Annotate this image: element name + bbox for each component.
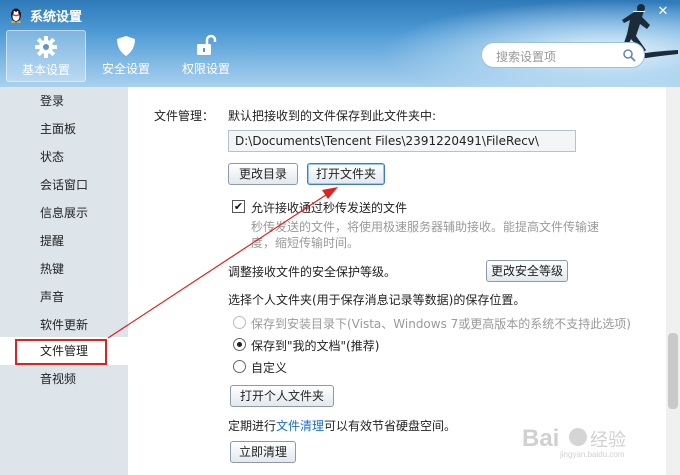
tab-permission-settings[interactable]: 权限设置 <box>166 30 246 82</box>
sidebar-item-software-update[interactable]: 软件更新 <box>0 311 128 339</box>
change-directory-button[interactable]: 更改目录 <box>228 163 298 185</box>
settings-sidebar: 登录 主面板 状态 会话窗口 信息展示 提醒 热键 声音 软件更新 文件管理 音… <box>0 87 128 475</box>
cleanup-text-pre: 定期进行 <box>228 419 277 433</box>
open-folder-button[interactable]: 打开文件夹 <box>307 163 385 185</box>
sidebar-item-login[interactable]: 登录 <box>0 87 128 115</box>
custom-location-label: 自定义 <box>251 361 288 375</box>
receive-folder-path-field[interactable]: D:\Documents\Tencent Files\2391220491\Fi… <box>228 130 576 152</box>
gear-icon <box>35 36 57 58</box>
save-to-install-dir-radio[interactable] <box>233 316 246 329</box>
sidebar-item-status[interactable]: 状态 <box>0 143 128 171</box>
svg-text:Bai: Bai <box>522 425 559 452</box>
svg-text:jingyan.baidu.com: jingyan.baidu.com <box>559 450 625 459</box>
tab-basic-settings[interactable]: 基本设置 <box>6 30 86 82</box>
minimize-button[interactable]: — <box>628 3 650 21</box>
file-cleanup-link[interactable]: 文件清理 <box>276 419 324 433</box>
default-folder-desc: 默认把接收到的文件保存到此文件夹中: <box>228 109 437 123</box>
sidebar-item-chat-window[interactable]: 会话窗口 <box>0 171 128 199</box>
cleanup-text: 定期进行文件清理可以有效节省硬盘空间。 <box>228 417 456 434</box>
file-management-panel: 文件管理： 默认把接收到的文件保存到此文件夹中: D:\Documents\Te… <box>128 87 666 475</box>
lock-icon <box>197 34 217 55</box>
sidebar-item-file-management[interactable]: 文件管理 <box>0 337 128 365</box>
sidebar-item-audio-video[interactable]: 音视频 <box>0 365 128 393</box>
search-placeholder: 搜索设置项 <box>496 50 557 64</box>
tab-security-settings[interactable]: 安全设置 <box>86 30 166 82</box>
baidu-watermark: Bai 经验 jingyan.baidu.com <box>522 425 626 459</box>
shield-icon <box>117 36 135 56</box>
vertical-scrollbar[interactable] <box>666 87 680 475</box>
clean-now-button[interactable]: 立即清理 <box>230 441 296 463</box>
scrollbar-thumb[interactable] <box>668 333 678 409</box>
tab-label: 安全设置 <box>101 62 150 76</box>
save-to-install-dir-label: 保存到安装目录下(Vista、Windows 7或更高版本的系统不支持此选项) <box>251 317 631 331</box>
instant-transfer-note-line2: 度，缩短传输时间。 <box>251 236 360 250</box>
title-bar: 系统设置 — ✕ 基本设置 安全设置 权限设置 搜索设置项 <box>0 0 680 87</box>
section-label: 文件管理： <box>154 109 215 123</box>
save-to-my-documents-radio[interactable] <box>233 338 246 351</box>
allow-instant-transfer-checkbox[interactable]: ✔ <box>232 200 245 213</box>
personal-folder-title: 选择个人文件夹(用于保存消息记录等数据)的保存位置。 <box>228 293 526 307</box>
window-title: 系统设置 <box>30 10 83 25</box>
svg-text:经验: 经验 <box>590 430 626 450</box>
sidebar-item-reminder[interactable]: 提醒 <box>0 227 128 255</box>
custom-location-radio[interactable] <box>233 360 246 373</box>
radio-selected-dot <box>237 342 242 347</box>
save-to-my-documents-label: 保存到"我的文档"(推荐) <box>251 339 380 353</box>
cleanup-text-post: 可以有效节省硬盘空间。 <box>324 419 457 433</box>
qq-penguin-icon <box>11 8 21 23</box>
highlight-box <box>15 339 107 365</box>
tab-label: 基本设置 <box>21 63 70 77</box>
security-level-text: 调整接收文件的安全保护等级。 <box>228 265 397 279</box>
search-box[interactable]: 搜索设置项 <box>481 42 645 68</box>
instant-transfer-note-line1: 秒传发送的文件，将使用极速服务器辅助接收。能提高文件传输速 <box>251 220 600 234</box>
sidebar-item-sound[interactable]: 声音 <box>0 283 128 311</box>
sidebar-item-info-display[interactable]: 信息展示 <box>0 199 128 227</box>
change-security-level-button[interactable]: 更改安全等级 <box>486 260 568 282</box>
allow-instant-transfer-label: 允许接收通过秒传发送的文件 <box>251 201 408 215</box>
search-icon[interactable] <box>622 48 636 62</box>
tab-label: 权限设置 <box>181 62 230 76</box>
sidebar-item-hotkeys[interactable]: 热键 <box>0 255 128 283</box>
close-button[interactable]: ✕ <box>652 3 674 21</box>
open-personal-folder-button[interactable]: 打开个人文件夹 <box>230 385 334 407</box>
sidebar-item-main-panel[interactable]: 主面板 <box>0 115 128 143</box>
